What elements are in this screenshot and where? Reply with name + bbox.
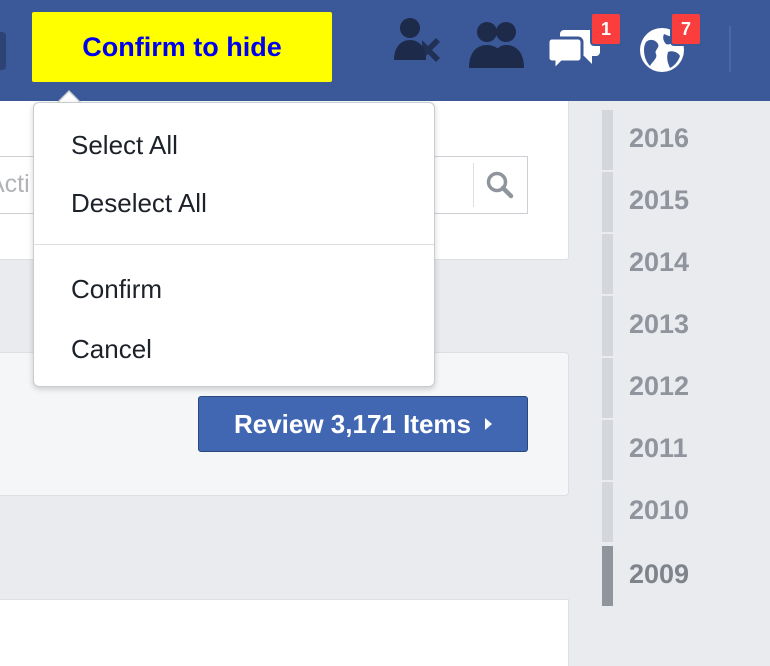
nav-search-stub[interactable] bbox=[0, 32, 6, 70]
year-bar bbox=[602, 546, 613, 606]
year-bar bbox=[602, 172, 613, 232]
year-label: 2016 bbox=[629, 123, 690, 153]
search-placeholder: Acti bbox=[0, 170, 30, 198]
search-divider bbox=[473, 163, 474, 207]
year-bar bbox=[602, 358, 613, 418]
year-label: 2015 bbox=[629, 185, 690, 215]
friend-requests-icon[interactable] bbox=[392, 14, 444, 64]
year-label: 2013 bbox=[629, 309, 690, 339]
year-bar bbox=[602, 234, 613, 294]
nav-divider bbox=[729, 26, 731, 72]
year-2015[interactable]: 2015 bbox=[602, 172, 770, 232]
top-navigation-bar: Confirm to hide 1 7 bbox=[0, 0, 770, 101]
search-icon[interactable] bbox=[482, 167, 518, 203]
messages-badge: 1 bbox=[590, 12, 622, 46]
year-bar bbox=[602, 296, 613, 356]
year-2009[interactable]: 2009 bbox=[602, 546, 770, 606]
notifications-badge: 7 bbox=[670, 12, 702, 46]
menu-item-select-all[interactable]: Select All bbox=[34, 120, 434, 170]
menu-divider bbox=[34, 244, 434, 245]
review-items-button[interactable]: Review 3,171 Items bbox=[198, 396, 528, 452]
activity-log-page: Confirm to hide 1 7 cti Review 3,171 Ite… bbox=[0, 0, 770, 666]
year-label: 2010 bbox=[629, 495, 690, 525]
chevron-right-icon bbox=[485, 418, 493, 430]
menu-item-deselect-all[interactable]: Deselect All bbox=[34, 178, 434, 228]
year-2016[interactable]: 2016 bbox=[602, 110, 770, 170]
year-label: 2014 bbox=[629, 247, 690, 277]
confirm-to-hide-button[interactable]: Confirm to hide bbox=[32, 12, 332, 82]
year-bar bbox=[602, 110, 613, 170]
year-timeline: 2016 2015 2014 2013 2012 2011 2010 2009 bbox=[602, 110, 770, 606]
year-2012[interactable]: 2012 bbox=[602, 358, 770, 418]
menu-item-confirm[interactable]: Confirm bbox=[34, 264, 434, 314]
year-2011[interactable]: 2011 bbox=[602, 420, 770, 480]
year-label: 2009 bbox=[629, 559, 690, 589]
year-2013[interactable]: 2013 bbox=[602, 296, 770, 356]
menu-item-cancel[interactable]: Cancel bbox=[34, 324, 434, 374]
year-2010[interactable]: 2010 bbox=[602, 482, 770, 542]
year-label: 2011 bbox=[629, 433, 688, 463]
confirm-to-hide-label: Confirm to hide bbox=[82, 31, 282, 62]
activity-list-card bbox=[0, 599, 569, 666]
year-bar bbox=[602, 482, 613, 542]
year-bar bbox=[602, 420, 613, 480]
friends-icon[interactable] bbox=[466, 18, 526, 70]
selection-dropdown-menu: Select All Deselect All Confirm Cancel bbox=[33, 102, 435, 387]
year-2014[interactable]: 2014 bbox=[602, 234, 770, 294]
review-items-label: Review 3,171 Items bbox=[233, 408, 472, 439]
year-label: 2012 bbox=[629, 371, 690, 401]
